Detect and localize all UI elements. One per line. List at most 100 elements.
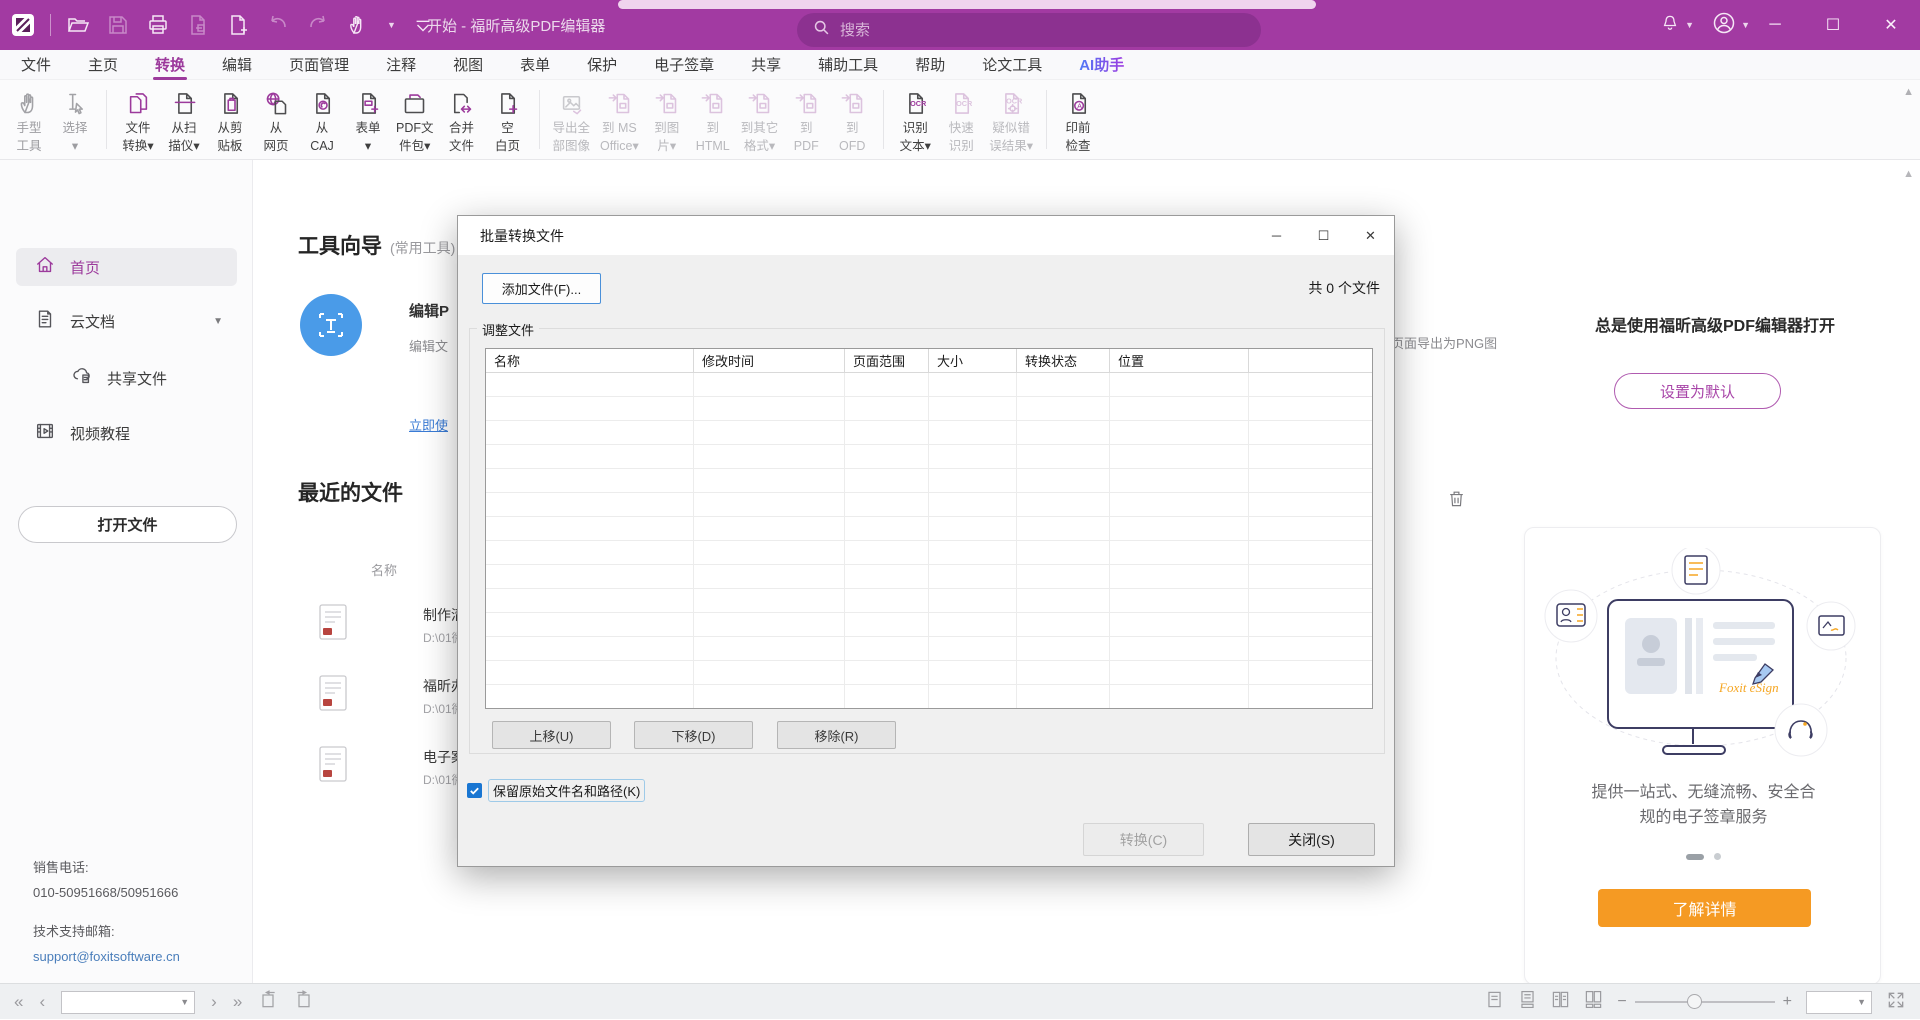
save-icon[interactable] bbox=[105, 12, 131, 38]
sidebar-item-video-tutorials[interactable]: 视频教程 bbox=[16, 414, 237, 452]
file-convert-button[interactable]: 文件转换▾ bbox=[115, 80, 161, 159]
move-up-button[interactable]: 上移(U) bbox=[492, 721, 611, 749]
continuous-view-icon[interactable] bbox=[1518, 990, 1537, 1014]
menu-item-11[interactable]: 辅助工具 bbox=[818, 50, 878, 80]
convert-button[interactable]: 转换(C) bbox=[1083, 823, 1204, 856]
column-header-blank[interactable] bbox=[1249, 349, 1372, 372]
add-page-icon[interactable] bbox=[225, 12, 251, 38]
zoom-slider-track[interactable] bbox=[1635, 1001, 1775, 1003]
next-view-icon[interactable] bbox=[294, 990, 314, 1015]
prev-page-button[interactable]: ‹ bbox=[39, 992, 45, 1012]
export-all-images-button[interactable]: 导出全部图像 bbox=[548, 80, 596, 159]
menu-item-12[interactable]: 帮助 bbox=[915, 50, 945, 80]
recent-files-column-name[interactable]: 名称 bbox=[371, 560, 397, 579]
file-list-table[interactable]: 名称修改时间页面范围大小转换状态位置 bbox=[485, 348, 1373, 709]
hand-pointer-icon[interactable] bbox=[345, 12, 371, 38]
trash-icon[interactable] bbox=[1447, 489, 1466, 513]
menu-item-1[interactable]: 主页 bbox=[88, 50, 118, 80]
menu-item-5[interactable]: 注释 bbox=[386, 50, 416, 80]
zoom-slider-handle[interactable] bbox=[1687, 994, 1702, 1009]
menu-item-6[interactable]: 视图 bbox=[453, 50, 483, 80]
menu-item-0[interactable]: 文件 bbox=[21, 50, 51, 80]
undo-icon[interactable] bbox=[265, 12, 291, 38]
page-number-combobox[interactable]: ▼ bbox=[61, 991, 195, 1014]
dialog-minimize-button[interactable]: ─ bbox=[1253, 216, 1300, 255]
zoom-out-button[interactable]: − bbox=[1617, 993, 1626, 1011]
menu-item-10[interactable]: 共享 bbox=[751, 50, 781, 80]
to-pdf-button[interactable]: 到PDF bbox=[783, 80, 829, 159]
blank-page-button[interactable]: 空白页 bbox=[485, 80, 531, 159]
edit-pdf-feature-icon[interactable] bbox=[300, 294, 362, 356]
window-close-button[interactable]: ✕ bbox=[1862, 0, 1920, 50]
menu-item-4[interactable]: 页面管理 bbox=[289, 50, 349, 80]
column-header-大小[interactable]: 大小 bbox=[929, 349, 1017, 372]
ocr-suspects-button[interactable]: OCR疑似错误结果▾ bbox=[984, 80, 1038, 159]
open-file-button[interactable]: 打开文件 bbox=[18, 506, 237, 543]
dialog-close-icon[interactable]: ✕ bbox=[1347, 216, 1394, 255]
scroll-up-icon[interactable]: ▲ bbox=[1903, 86, 1914, 98]
column-header-页面范围[interactable]: 页面范围 bbox=[845, 349, 929, 372]
menu-item-9[interactable]: 电子签章 bbox=[654, 50, 714, 80]
column-header-位置[interactable]: 位置 bbox=[1110, 349, 1249, 372]
menu-item-2[interactable]: 转换 bbox=[155, 50, 185, 80]
keep-name-path-label[interactable]: 保留原始文件名和路径(K) bbox=[488, 779, 645, 802]
keep-name-path-checkbox[interactable] bbox=[467, 783, 482, 798]
window-minimize-button[interactable]: ─ bbox=[1746, 0, 1804, 50]
learn-more-button[interactable]: 了解详情 bbox=[1598, 889, 1811, 927]
last-page-button[interactable]: » bbox=[233, 992, 242, 1012]
sidebar-item-cloud-docs[interactable]: 云文档▼ bbox=[16, 302, 237, 340]
carousel-dot-active[interactable] bbox=[1686, 854, 1704, 860]
move-down-button[interactable]: 下移(D) bbox=[634, 721, 753, 749]
sidebar-item-home[interactable]: 首页 bbox=[16, 248, 237, 286]
avatar-icon[interactable] bbox=[1712, 11, 1736, 40]
chevron-down-icon[interactable]: ▼ bbox=[213, 316, 223, 327]
ocr-text-button[interactable]: OCR识别文本▾ bbox=[892, 80, 938, 159]
to-ms-office-button[interactable]: 到 MSOffice▾ bbox=[595, 80, 644, 159]
search-input[interactable] bbox=[840, 22, 1220, 39]
from-web-button[interactable]: 从网页 bbox=[253, 80, 299, 159]
facing-continuous-view-icon[interactable] bbox=[1584, 990, 1603, 1014]
hand-tool-button[interactable]: 手型工具 bbox=[6, 80, 52, 159]
to-image-button[interactable]: 到图片▾ bbox=[644, 80, 690, 159]
column-header-修改时间[interactable]: 修改时间 bbox=[694, 349, 845, 372]
use-now-link[interactable]: 立即使 bbox=[409, 415, 448, 434]
dialog-maximize-button[interactable]: ☐ bbox=[1300, 216, 1347, 255]
menu-item-7[interactable]: 表单 bbox=[520, 50, 550, 80]
to-ofd-button[interactable]: 到OFD bbox=[829, 80, 875, 159]
zoom-level-combobox[interactable]: ▼ bbox=[1806, 991, 1872, 1014]
carousel-dot[interactable] bbox=[1714, 853, 1721, 860]
menu-item-8[interactable]: 保护 bbox=[587, 50, 617, 80]
carousel-dots[interactable] bbox=[1525, 853, 1882, 860]
panel-scroll-up-icon[interactable]: ▲ bbox=[1903, 168, 1914, 180]
open-folder-icon[interactable] bbox=[65, 12, 91, 38]
bell-caret[interactable]: ▼ bbox=[1685, 20, 1694, 30]
remove-button[interactable]: 移除(R) bbox=[777, 721, 896, 749]
from-caj-button[interactable]: 从CAJ bbox=[299, 80, 345, 159]
menu-item-13[interactable]: 论文工具 bbox=[982, 50, 1042, 80]
from-clipboard-button[interactable]: 从剪贴板 bbox=[207, 80, 253, 159]
facing-view-icon[interactable] bbox=[1551, 990, 1570, 1014]
table-header-row[interactable]: 名称修改时间页面范围大小转换状态位置 bbox=[486, 349, 1372, 373]
dialog-titlebar[interactable]: 批量转换文件 ─ ☐ ✕ bbox=[458, 216, 1394, 255]
set-default-button[interactable]: 设置为默认 bbox=[1614, 373, 1781, 409]
redo-icon[interactable] bbox=[305, 12, 331, 38]
support-email-link[interactable]: support@foxitsoftware.cn bbox=[33, 949, 180, 964]
column-header-名称[interactable]: 名称 bbox=[486, 349, 694, 372]
search-box[interactable] bbox=[797, 13, 1261, 47]
close-button[interactable]: 关闭(S) bbox=[1248, 823, 1375, 856]
menu-item-3[interactable]: 编辑 bbox=[222, 50, 252, 80]
single-page-view-icon[interactable] bbox=[1485, 990, 1504, 1014]
fullscreen-icon[interactable] bbox=[1886, 990, 1906, 1015]
hand-pointer-caret[interactable]: ▼ bbox=[387, 20, 396, 30]
menu-item-14[interactable]: AI助手 bbox=[1079, 50, 1124, 80]
merge-files-button[interactable]: 合并文件 bbox=[439, 80, 485, 159]
preflight-button[interactable]: A印前检查 bbox=[1055, 80, 1101, 159]
sidebar-item-shared-files[interactable]: 共享文件 bbox=[16, 359, 237, 397]
print-icon[interactable] bbox=[145, 12, 171, 38]
select-tool-button[interactable]: 选择▾ bbox=[52, 80, 98, 159]
next-page-button[interactable]: › bbox=[211, 992, 217, 1012]
zoom-in-button[interactable]: + bbox=[1783, 993, 1792, 1011]
bell-icon[interactable] bbox=[1660, 13, 1680, 38]
export-page-icon[interactable] bbox=[185, 12, 211, 38]
to-html-button[interactable]: 到HTML bbox=[690, 80, 736, 159]
